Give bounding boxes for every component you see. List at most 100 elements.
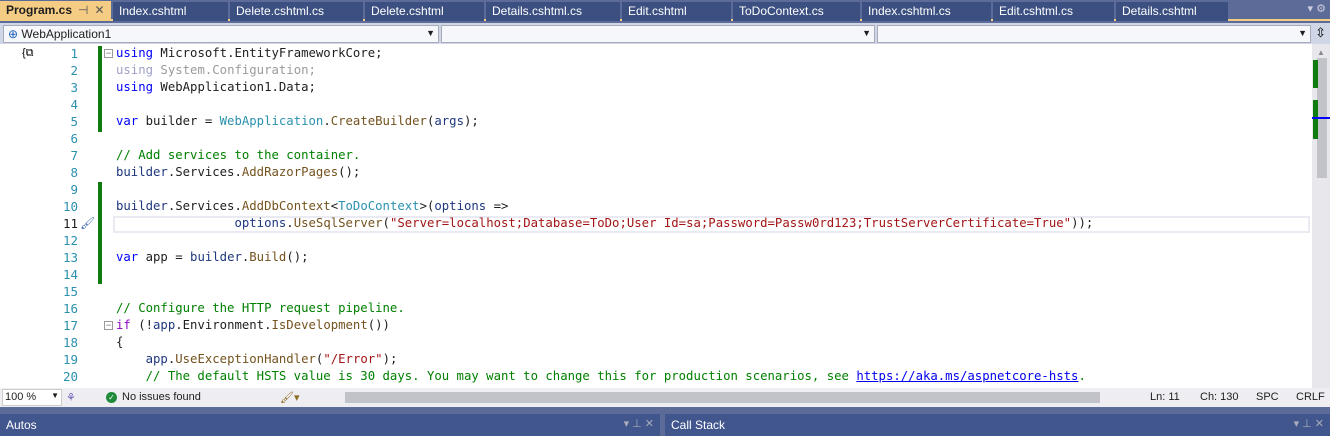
line-number: 1	[70, 46, 78, 61]
code-token: ())	[367, 318, 390, 332]
code-token: IsDevelopment	[271, 318, 368, 332]
tab-edit-cshtml-cs[interactable]: Edit.cshtml.cs	[993, 2, 1114, 21]
navigation-bar: ⊕ WebApplication1 ▼ ▼ ▼ ⇳	[0, 23, 1330, 44]
code-token: ();	[286, 250, 309, 264]
code-cleanup-icon[interactable]: 🖌▾	[280, 391, 300, 404]
line-number: 5	[70, 114, 78, 129]
horizontal-scrollbar[interactable]	[345, 392, 1100, 403]
code-line[interactable]: using Microsoft.EntityFrameworkCore;	[116, 45, 383, 62]
tab-delete-cshtml[interactable]: Delete.cshtml	[365, 2, 484, 21]
tab-index-cshtml[interactable]: Index.cshtml	[113, 2, 228, 21]
quick-actions-brush-icon[interactable]: 🖌	[80, 216, 95, 230]
code-token: args	[434, 114, 464, 128]
code-token: .	[323, 114, 331, 128]
code-token: if	[116, 318, 131, 332]
tab-program-cs[interactable]: Program.cs ⊣ ✕	[0, 1, 111, 21]
code-line[interactable]: builder.Services.AddRazorPages();	[116, 164, 360, 181]
chevron-down-icon: ▼	[862, 28, 871, 38]
code-token: UseSqlServer	[293, 216, 383, 230]
code-token: builder	[190, 250, 242, 264]
chevron-down-icon: ▼	[51, 391, 59, 400]
issues-status[interactable]: No issues found	[122, 391, 201, 403]
autos-title: Autos	[6, 418, 37, 432]
split-window-icon[interactable]: ⇳	[1315, 25, 1326, 41]
call-stack-panel-header[interactable]: Call Stack ▾ ⊥ ✕	[665, 414, 1330, 436]
code-token: builder	[116, 165, 168, 179]
code-line[interactable]: app.UseExceptionHandler("/Error");	[116, 351, 398, 368]
tab-todocontext-cs[interactable]: ToDoContext.cs	[733, 2, 860, 21]
member-dropdown[interactable]: ▼	[877, 25, 1311, 43]
code-line[interactable]: // The default HSTS value is 30 days. Yo…	[116, 368, 1086, 385]
type-dropdown[interactable]: ▼	[441, 25, 875, 43]
line-number: 11	[62, 216, 78, 231]
code-line[interactable]: options.UseSqlServer("Server=localhost;D…	[116, 215, 1093, 232]
code-token: (!	[130, 318, 154, 332]
caret-position-marker	[1312, 117, 1330, 119]
code-token: System.Configuration;	[153, 63, 316, 77]
project-dropdown[interactable]: ⊕ WebApplication1 ▼	[3, 25, 439, 43]
collapse-icon[interactable]: −	[104, 49, 113, 58]
tab-delete-cshtml-cs[interactable]: Delete.cshtml.cs	[230, 2, 363, 21]
line-number: 18	[62, 335, 78, 350]
tab-details-cshtml[interactable]: Details.cshtml	[1116, 2, 1228, 21]
code-token: );	[464, 114, 479, 128]
code-line[interactable]: // Add services to the container.	[116, 147, 360, 164]
collapse-icon[interactable]: −	[104, 321, 113, 330]
change-bar	[98, 182, 102, 284]
line-number: 8	[70, 165, 78, 180]
code-line[interactable]: if (!app.Environment.IsDevelopment())	[116, 317, 390, 334]
close-icon[interactable]: ✕	[94, 3, 104, 17]
tab-tools: ▾ ⚙	[1308, 2, 1326, 15]
code-token: >(	[419, 199, 435, 213]
tab-index-cshtml-cs[interactable]: Index.cshtml.cs	[862, 2, 991, 21]
tab-label: ToDoContext.cs	[739, 4, 824, 18]
code-line[interactable]: builder.Services.AddDbContext<ToDoContex…	[116, 198, 508, 215]
tab-edit-cshtml[interactable]: Edit.cshtml	[622, 2, 731, 21]
tab-list-dropdown-icon[interactable]: ▾	[1308, 3, 1314, 15]
code-token: ToDoContext	[338, 199, 420, 213]
code-line[interactable]: // Configure the HTTP request pipeline.	[116, 300, 405, 317]
change-bar	[98, 46, 102, 132]
code-line[interactable]: {	[116, 334, 123, 351]
gear-icon[interactable]: ⚙	[1316, 3, 1326, 15]
code-line[interactable]: using System.Configuration;	[116, 62, 316, 79]
document-tab-bar: Program.cs ⊣ ✕ Index.cshtml Delete.cshtml.cs…	[0, 0, 1330, 21]
code-token: <	[330, 199, 339, 213]
code-token: // The default HSTS value is 30 days. Yo…	[116, 369, 857, 383]
code-token: =>	[486, 199, 509, 213]
tab-details-cshtml-cs[interactable]: Details.cshtml.cs	[486, 2, 620, 21]
zoom-level: 100 %	[5, 391, 37, 403]
vertical-scrollbar[interactable]: ▲	[1312, 44, 1330, 388]
code-line[interactable]: using WebApplication1.Data;	[116, 79, 316, 96]
panel-tools[interactable]: ▾ ⊥ ✕	[624, 417, 654, 430]
scroll-up-icon[interactable]: ▲	[1317, 48, 1325, 57]
tab-label: Index.cshtml	[119, 4, 187, 18]
code-token: app	[145, 352, 168, 366]
line-number: 10	[62, 199, 78, 214]
code-token: WebApplication1.Data;	[153, 80, 316, 94]
change-marker	[1313, 100, 1318, 139]
code-token: .Services.	[167, 165, 242, 179]
pin-icon[interactable]: ⊣	[78, 3, 88, 17]
line-ending-indicator[interactable]: CRLF	[1296, 391, 1325, 403]
code-editor[interactable]: {⧉ 🖌 − − 1 using Microsoft.EntityFramewor…	[0, 44, 1330, 388]
line-number: 9	[70, 182, 78, 197]
tab-label: Edit.cshtml.cs	[999, 4, 1074, 18]
intellicode-icon[interactable]: ⚘	[66, 391, 76, 404]
zoom-dropdown[interactable]: 100 % ▼	[2, 389, 62, 406]
line-number: 2	[70, 63, 78, 78]
chevron-down-icon: ▼	[426, 28, 435, 38]
line-number: 6	[70, 131, 78, 146]
code-token: ));	[1071, 216, 1094, 230]
hyperlink[interactable]: https://aka.ms/aspnetcore-hsts	[856, 369, 1078, 383]
code-line[interactable]: var app = builder.Build();	[116, 249, 309, 266]
code-token: AddRazorPages	[241, 165, 339, 179]
spacing-indicator[interactable]: SPC	[1256, 391, 1279, 403]
line-number: 16	[62, 301, 78, 316]
scope-icon: {⧉	[22, 47, 34, 59]
code-line[interactable]: var builder = WebApplication.CreateBuild…	[116, 113, 479, 130]
panel-tools[interactable]: ▾ ⊥ ✕	[1294, 417, 1324, 430]
autos-panel-header[interactable]: Autos ▾ ⊥ ✕	[0, 414, 660, 436]
code-token: CreateBuilder	[330, 114, 427, 128]
